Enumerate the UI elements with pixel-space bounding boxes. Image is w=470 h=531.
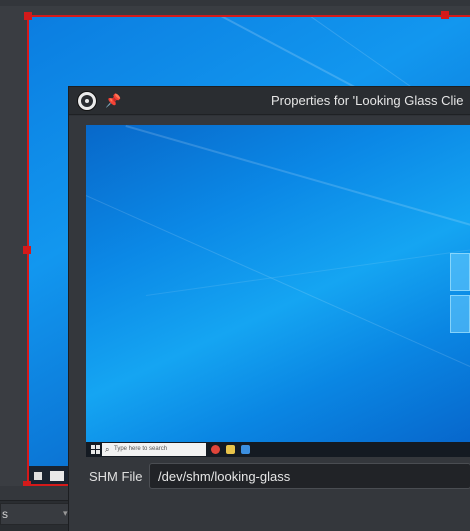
- browser-icon: [211, 445, 220, 454]
- resize-handle-middle-left[interactable]: [23, 246, 31, 254]
- shm-file-label: SHM File: [89, 469, 143, 484]
- wallpaper-ray: [86, 195, 470, 384]
- chevron-down-icon[interactable]: ▾: [63, 508, 68, 519]
- guest-taskbar: ⌕ Type here to search: [86, 442, 470, 457]
- search-icon: ⌕: [105, 445, 110, 454]
- folder-icon: [226, 445, 235, 454]
- wallpaper-ray: [146, 236, 470, 296]
- dialog-titlebar[interactable]: 📌 Properties for 'Looking Glass Clie: [69, 87, 470, 115]
- dock-list-item[interactable]: s: [0, 503, 70, 525]
- wallpaper-ray: [125, 125, 470, 254]
- windows-start-icon: [91, 445, 100, 454]
- shm-file-row: SHM File: [69, 460, 470, 492]
- source-preview: ⌕ Type here to search: [86, 125, 470, 457]
- guest-desktop-preview: [86, 125, 470, 442]
- dock-item-label: s: [2, 507, 8, 521]
- windows-logo-icon: [450, 253, 470, 333]
- dialog-body: ⌕ Type here to search SHM File: [69, 116, 470, 531]
- pinned-app-icon: [241, 445, 250, 454]
- resize-handle-top-center[interactable]: [441, 11, 449, 19]
- obs-logo-icon[interactable]: [77, 91, 97, 111]
- preview-bottom-strip: [0, 486, 68, 500]
- dialog-title: Properties for 'Looking Glass Clie: [271, 93, 464, 108]
- shm-file-input[interactable]: [149, 463, 470, 489]
- preview-top-strip: [0, 0, 470, 6]
- pin-icon[interactable]: 📌: [105, 92, 121, 110]
- resize-handle-top-left[interactable]: [24, 12, 32, 20]
- taskbar-search-box: ⌕ Type here to search: [102, 443, 206, 456]
- taskbar-search-placeholder: Type here to search: [114, 446, 168, 452]
- properties-dialog: 📌 Properties for 'Looking Glass Clie ⌕ T…: [68, 86, 470, 531]
